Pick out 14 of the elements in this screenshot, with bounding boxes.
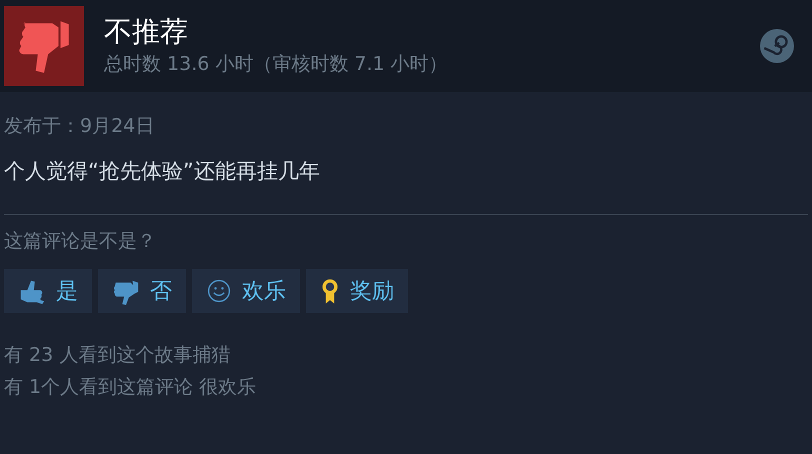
thumbs-up-button[interactable]: 是 <box>4 269 92 313</box>
reaction-count-text: 有 1个人看到这篇评论 很欢乐 <box>4 375 256 400</box>
playtime-text: 总时数 13.6 小时（审核时数 7.1 小时） <box>104 52 448 77</box>
review-verdict: 不推荐 <box>104 14 188 50</box>
posted-date: 发布于：9月24日 <box>4 114 154 139</box>
helpful-prompt: 这篇评论是不是？ <box>4 229 156 254</box>
medal-icon <box>320 277 340 305</box>
smiley-icon <box>206 278 232 304</box>
review-body: 个人觉得“抢先体验”还能再挂几年 <box>4 158 320 185</box>
platform-logo-icon <box>760 29 794 63</box>
award-button[interactable]: 奖励 <box>306 269 408 313</box>
thumbs-down-button[interactable]: 否 <box>98 269 186 313</box>
reaction-count-text: 有 23 人看到这个故事捕猎 <box>4 343 230 368</box>
smile-button[interactable]: 欢乐 <box>192 269 300 313</box>
